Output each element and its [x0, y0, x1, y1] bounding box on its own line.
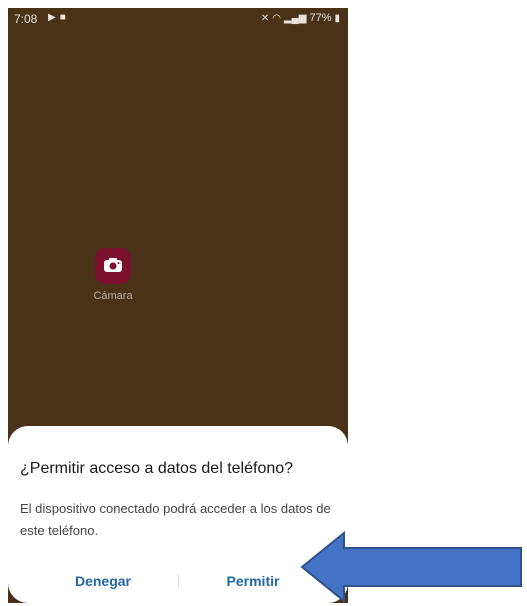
phone-screen: 7:08 ▶■ ✕ ◠ ▂▄▆ 77% ▮ Cámara ¿Permitir a… [8, 8, 348, 603]
battery-level: 77% [309, 12, 332, 24]
deny-button[interactable]: Denegar [48, 566, 158, 596]
camera-app-icon[interactable] [95, 248, 131, 284]
status-right: ✕ ◠ ▂▄▆ 77% ▮ [261, 12, 340, 24]
notification-icons: ▶■ [48, 12, 70, 23]
button-divider [178, 574, 179, 588]
mute-icon: ✕ [260, 12, 270, 24]
camera-app-label: Cámara [93, 290, 133, 302]
battery-icon: ▮ [334, 12, 340, 24]
allow-button[interactable]: Permitir [198, 566, 308, 596]
status-bar: 7:08 ▶■ ✕ ◠ ▂▄▆ 77% ▮ [8, 8, 348, 30]
screenshot-page: 7:08 ▶■ ✕ ◠ ▂▄▆ 77% ▮ Cámara ¿Permitir a… [0, 0, 527, 606]
dialog-message: El dispositivo conectado podrá acceder a… [20, 501, 331, 538]
dialog-actions: Denegar Permitir [8, 566, 348, 596]
wifi-icon: ◠ [272, 12, 281, 24]
pointer-arrow-icon [300, 530, 522, 604]
gallery-icon: ■ [59, 12, 70, 23]
signal-icon: ▂▄▆ [283, 12, 307, 24]
permission-dialog: ¿Permitir acceso a datos del teléfono? E… [8, 426, 348, 603]
status-time: 7:08 [14, 12, 38, 26]
play-icon: ▶ [48, 12, 60, 23]
dialog-title: ¿Permitir acceso a datos del teléfono? [20, 460, 294, 477]
camera-icon [104, 258, 122, 272]
